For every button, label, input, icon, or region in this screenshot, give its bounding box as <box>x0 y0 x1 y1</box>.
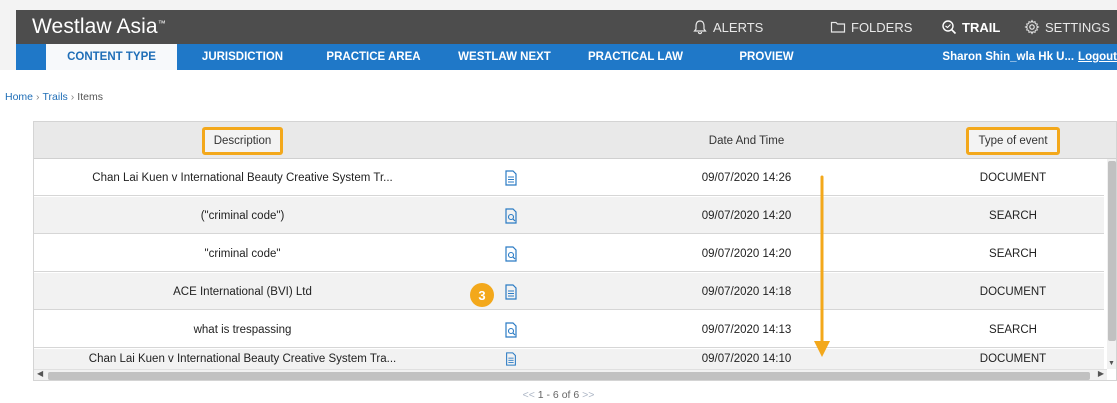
breadcrumb-current: Items <box>77 91 103 103</box>
row-description[interactable]: ACE International (BVI) Ltd <box>34 273 451 310</box>
row-date: 09/07/2020 14:13 <box>701 323 792 336</box>
vertical-scrollbar[interactable]: ▼ <box>1107 159 1116 369</box>
user-menu: Sharon Shin_wla Hk U... Logout <box>942 44 1117 70</box>
table-row[interactable]: what is trespassing 09/07/2020 14:13 SEA… <box>34 311 1104 348</box>
horizontal-scrollbar[interactable]: ◀ ▶ <box>34 369 1107 380</box>
tab-westlaw-next[interactable]: WESTLAW NEXT <box>439 44 570 70</box>
pager-prev[interactable]: << <box>523 389 535 401</box>
left-margin <box>0 10 16 70</box>
breadcrumb-home[interactable]: Home <box>5 91 33 103</box>
scroll-right-arrow-icon[interactable]: ▶ <box>1098 369 1104 378</box>
folder-icon <box>830 21 846 33</box>
breadcrumb-separator: › <box>36 91 40 103</box>
folders-link[interactable]: FOLDERS <box>830 10 912 44</box>
step-number-badge: 3 <box>470 283 494 307</box>
row-type: SEARCH <box>989 209 1037 222</box>
trail-label: TRAIL <box>962 19 1001 35</box>
bell-icon <box>693 20 707 35</box>
app-frame: Westlaw Asia™ ALERTS FOLDERS TRAIL SETTI… <box>0 0 1117 403</box>
row-icon-cell <box>451 235 571 272</box>
row-date: 09/07/2020 14:26 <box>701 171 792 184</box>
row-date: 09/07/2020 14:20 <box>701 247 792 260</box>
tab-label: PROVIEW <box>739 51 794 63</box>
document-icon[interactable] <box>504 283 518 300</box>
column-header-description[interactable]: Description <box>34 122 451 159</box>
brand-name: Westlaw Asia <box>32 15 158 38</box>
row-type: DOCUMENT <box>979 353 1047 365</box>
row-description[interactable]: what is trespassing <box>34 311 451 348</box>
row-type: DOCUMENT <box>979 171 1047 184</box>
row-description[interactable]: Chan Lai Kuen v International Beauty Cre… <box>34 159 451 196</box>
trail-link[interactable]: TRAIL <box>941 10 1000 44</box>
tab-label: PRACTICE AREA <box>326 51 421 63</box>
alerts-link[interactable]: ALERTS <box>692 10 763 44</box>
tab-label: JURISDICTION <box>201 51 284 63</box>
row-description[interactable]: Chan Lai Kuen v International Beauty Cre… <box>34 349 451 369</box>
row-description[interactable]: "criminal code" <box>34 235 451 272</box>
tab-label: CONTENT TYPE <box>67 51 156 63</box>
tab-proview[interactable]: PROVIEW <box>701 44 832 70</box>
folders-label: FOLDERS <box>851 19 913 35</box>
horizontal-scroll-thumb[interactable] <box>48 372 1090 380</box>
row-icon-cell <box>451 349 571 369</box>
table-row[interactable]: Chan Lai Kuen v International Beauty Cre… <box>34 349 1104 369</box>
breadcrumb-trails[interactable]: Trails <box>43 91 68 103</box>
breadcrumb-separator: › <box>70 91 75 103</box>
row-type: SEARCH <box>989 247 1037 260</box>
document-icon[interactable] <box>504 169 518 186</box>
brand-trademark: ™ <box>157 19 166 28</box>
trail-search-icon <box>942 20 957 35</box>
table-header: Description Date And Time Type of event <box>34 122 1116 159</box>
pager-status: 1 - 6 of 6 <box>537 389 580 401</box>
column-header-type[interactable]: Type of event <box>922 122 1104 159</box>
breadcrumb: Home › Trails › Items <box>5 91 103 103</box>
pagination: << 1 - 6 of 6 >> <box>0 389 1117 401</box>
document-icon[interactable] <box>504 352 518 366</box>
table-row[interactable]: ACE International (BVI) Ltd 09/07/2020 1… <box>34 273 1104 310</box>
tab-jurisdiction[interactable]: JURISDICTION <box>177 44 308 70</box>
row-icon-cell <box>451 197 571 234</box>
settings-link[interactable]: SETTINGS <box>1024 10 1110 44</box>
search-document-icon[interactable] <box>504 207 518 224</box>
vertical-scroll-thumb[interactable] <box>1108 161 1116 341</box>
table-row[interactable]: "criminal code" 09/07/2020 14:20 SEARCH <box>34 235 1104 272</box>
alerts-label: ALERTS <box>713 19 764 35</box>
top-header: Westlaw Asia™ ALERTS FOLDERS TRAIL SETTI… <box>16 10 1117 44</box>
row-icon-cell <box>451 311 571 348</box>
date-header-label: Date And Time <box>708 134 785 147</box>
row-icon-cell <box>451 273 571 310</box>
tab-label: PRACTICAL LAW <box>588 51 683 63</box>
column-header-date[interactable]: Date And Time <box>571 122 922 159</box>
tab-label: WESTLAW NEXT <box>458 51 551 63</box>
table-row[interactable]: Chan Lai Kuen v International Beauty Cre… <box>34 159 1104 196</box>
settings-label: SETTINGS <box>1045 19 1111 35</box>
description-header-label: Description <box>201 126 284 155</box>
trail-items-table: Description Date And Time Type of event … <box>33 121 1117 381</box>
user-name-link[interactable]: Sharon Shin_wla Hk U... <box>942 51 1074 63</box>
gear-icon <box>1024 19 1040 35</box>
row-icon-cell <box>451 159 571 196</box>
search-document-icon[interactable] <box>504 321 518 338</box>
search-document-icon[interactable] <box>504 245 518 262</box>
top-strip <box>0 0 1117 10</box>
row-date: 09/07/2020 14:20 <box>701 209 792 222</box>
tab-content-type[interactable]: CONTENT TYPE <box>46 44 177 70</box>
tab-practical-law[interactable]: PRACTICAL LAW <box>570 44 701 70</box>
row-type: SEARCH <box>989 323 1037 336</box>
row-date: 09/07/2020 14:10 <box>701 353 792 365</box>
logout-link[interactable]: Logout <box>1078 51 1117 63</box>
pager-next[interactable]: >> <box>582 389 594 401</box>
type-header-label: Type of event <box>966 126 1060 155</box>
down-arrow-annotation-icon <box>814 175 830 357</box>
table-row[interactable]: ("criminal code") 09/07/2020 14:20 SEARC… <box>34 197 1104 234</box>
row-type: DOCUMENT <box>979 285 1047 298</box>
row-date: 09/07/2020 14:18 <box>701 285 792 298</box>
main-nav-bar: CONTENT TYPE JURISDICTION PRACTICE AREA … <box>16 44 1117 70</box>
row-description[interactable]: ("criminal code") <box>34 197 451 234</box>
scroll-down-arrow-icon[interactable]: ▼ <box>1108 360 1115 367</box>
tab-practice-area[interactable]: PRACTICE AREA <box>308 44 439 70</box>
scroll-left-arrow-icon[interactable]: ◀ <box>37 369 43 378</box>
brand-logo[interactable]: Westlaw Asia™ <box>32 15 166 39</box>
